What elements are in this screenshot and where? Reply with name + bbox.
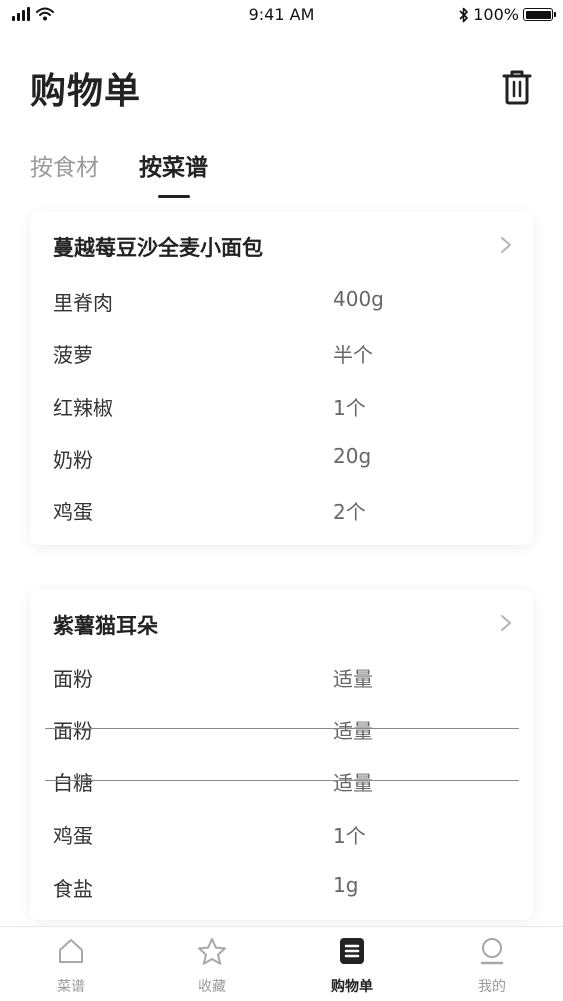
tabbar-item-profile[interactable]: 我的 (422, 927, 562, 1001)
ingredient-row[interactable]: 菠萝 半个 (53, 339, 519, 391)
ingredient-row[interactable]: 奶粉 20g (53, 444, 519, 496)
ingredient-qty: 2个 (333, 500, 366, 524)
ingredient-qty: 适量 (333, 719, 373, 743)
ingredient-qty: 1个 (333, 824, 366, 848)
ingredient-name: 食盐 (53, 877, 93, 901)
tab-label: 按食材 (30, 155, 99, 181)
home-icon (59, 939, 83, 963)
ingredient-row[interactable]: 里脊肉 400g (53, 287, 519, 339)
ingredient-qty: 1g (333, 873, 359, 897)
tab-by-recipe[interactable]: 按菜谱 (139, 148, 208, 198)
battery-icon (523, 8, 556, 21)
segment-tabs: 按食材 按菜谱 (30, 148, 208, 198)
page-title: 购物单 (30, 71, 142, 112)
ingredient-name: 里脊肉 (53, 291, 113, 315)
ingredient-row[interactable]: 红辣椒 1个 (53, 392, 519, 444)
chevron-right-icon[interactable] (499, 614, 513, 632)
list-icon (340, 938, 364, 964)
recipe-card[interactable]: 紫薯猫耳朵 面粉 适量 面粉 适量 白糖 适量 鸡蛋 1个 食盐 1g (30, 590, 533, 920)
tab-label: 按菜谱 (139, 155, 208, 181)
battery-percent: 100% (473, 5, 519, 24)
ingredient-qty: 400g (333, 287, 384, 311)
ingredient-row[interactable]: 面粉 适量 (53, 663, 519, 715)
chevron-right-icon[interactable] (499, 236, 513, 254)
bluetooth-icon (459, 7, 469, 22)
tabbar-label: 我的 (478, 979, 506, 995)
trash-icon[interactable] (501, 68, 533, 106)
star-icon (198, 938, 226, 965)
ingredient-name: 奶粉 (53, 448, 93, 472)
ingredient-name: 红辣椒 (53, 396, 113, 420)
tab-by-ingredient[interactable]: 按食材 (30, 148, 99, 198)
ingredient-row-checked[interactable]: 白糖 适量 (45, 767, 519, 819)
ingredient-name: 面粉 (53, 667, 93, 691)
ingredient-qty: 1个 (333, 396, 366, 420)
tab-active-indicator (157, 195, 190, 198)
ingredient-name: 鸡蛋 (53, 500, 93, 524)
ingredient-name: 白糖 (53, 771, 93, 795)
status-bar: 9:41 AM 100% (0, 0, 563, 32)
ingredient-qty: 适量 (333, 771, 373, 795)
tabbar-label: 菜谱 (57, 979, 85, 995)
ingredient-row-checked[interactable]: 面粉 适量 (45, 715, 519, 767)
status-right: 100% (459, 5, 556, 24)
tabbar-item-shopping-list[interactable]: 购物单 (282, 927, 422, 1001)
tabbar-item-favorites[interactable]: 收藏 (142, 927, 282, 1001)
bottom-tab-bar: 菜谱 收藏 购物单 我的 (0, 926, 563, 1001)
recipe-title: 紫薯猫耳朵 (53, 614, 158, 638)
ingredient-qty: 半个 (333, 343, 373, 367)
ingredient-name: 面粉 (53, 719, 93, 743)
tabbar-item-recipes[interactable]: 菜谱 (1, 927, 141, 1001)
ingredient-row[interactable]: 鸡蛋 1个 (53, 820, 519, 872)
recipe-title: 蔓越莓豆沙全麦小面包 (53, 236, 263, 260)
tabbar-label: 购物单 (331, 979, 373, 995)
profile-icon (480, 938, 504, 965)
ingredient-name: 鸡蛋 (53, 824, 93, 848)
tabbar-label: 收藏 (198, 979, 226, 995)
ingredient-row[interactable]: 鸡蛋 2个 (53, 496, 519, 548)
ingredient-qty: 适量 (333, 667, 373, 691)
ingredient-row[interactable]: 食盐 1g (53, 873, 519, 925)
ingredient-name: 菠萝 (53, 343, 93, 367)
recipe-card[interactable]: 蔓越莓豆沙全麦小面包 里脊肉 400g 菠萝 半个 红辣椒 1个 奶粉 20g … (30, 212, 533, 545)
ingredient-qty: 20g (333, 444, 372, 468)
